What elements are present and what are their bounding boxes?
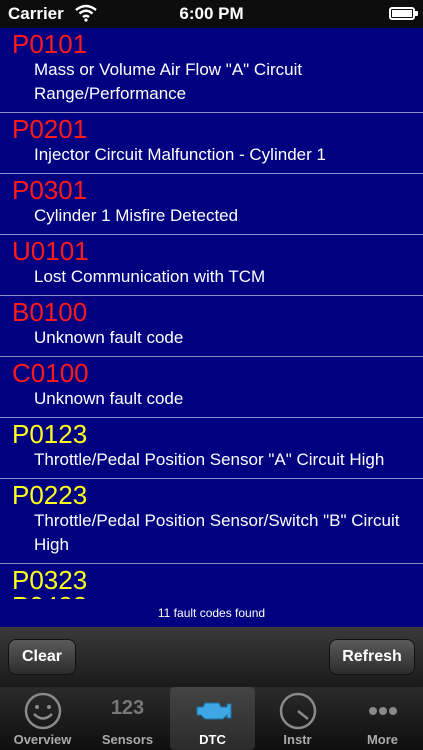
tab-more[interactable]: More <box>340 687 423 750</box>
fault-code-row[interactable]: P0101 Mass or Volume Air Flow "A" Circui… <box>0 28 423 113</box>
fault-code: P0201 <box>12 114 88 144</box>
fault-description: Mass or Volume Air Flow "A" Circuit Rang… <box>34 60 303 103</box>
fault-description: Unknown fault code <box>34 328 184 347</box>
status-bar: Carrier 6:00 PM <box>0 0 423 28</box>
fault-code: P0223 <box>12 480 88 510</box>
fault-code: U0101 <box>12 236 89 266</box>
gauge-icon <box>279 692 316 730</box>
fault-description: Injector Circuit Malfunction - Cylinder … <box>34 145 326 164</box>
tab-bar: Overview 123 Sensors DTC Instr More <box>0 687 423 750</box>
engine-icon <box>196 702 231 720</box>
tab-label: DTC <box>199 732 226 747</box>
fault-code: P0323 <box>12 565 88 595</box>
clock: 6:00 PM <box>179 4 244 23</box>
tab-dtc[interactable]: DTC <box>170 687 255 750</box>
tab-overview[interactable]: Overview <box>0 687 85 750</box>
fault-code-row[interactable]: P0123 Throttle/Pedal Position Sensor "A"… <box>0 418 423 479</box>
tab-sensors[interactable]: 123 Sensors <box>85 687 170 750</box>
battery-icon <box>389 7 418 20</box>
fault-code-row[interactable]: C0100 Unknown fault code <box>0 357 423 418</box>
fault-code: B0100 <box>12 297 88 327</box>
fault-description: Cylinder 1 Misfire Detected <box>34 206 239 225</box>
fault-code: P0101 <box>12 29 88 59</box>
fault-code-list[interactable]: P0101 Mass or Volume Air Flow "A" Circui… <box>0 28 423 608</box>
tab-label: More <box>366 732 399 747</box>
tab-instr[interactable]: Instr <box>255 687 340 750</box>
smiley-icon <box>24 692 61 730</box>
numbers-icon: 123 <box>110 697 145 719</box>
tab-label: Sensors <box>101 732 154 747</box>
fault-code-row[interactable]: P0301 Cylinder 1 Misfire Detected <box>0 174 423 235</box>
clear-button[interactable]: Clear <box>8 639 76 675</box>
tab-label: Overview <box>13 732 72 747</box>
toolbar: Clear Refresh <box>0 627 423 687</box>
refresh-button[interactable]: Refresh <box>329 639 415 675</box>
fault-code-row[interactable]: U0101 Lost Communication with TCM <box>0 235 423 296</box>
more-dots-icon <box>368 707 397 715</box>
fault-description: Unknown fault code <box>34 389 184 408</box>
fault-code: P0301 <box>12 175 88 205</box>
fault-description: Lost Communication with TCM <box>34 267 266 286</box>
fault-code-row[interactable]: B0100 Unknown fault code <box>0 296 423 357</box>
fault-code-row[interactable]: P0223 Throttle/Pedal Position Sensor/Swi… <box>0 479 423 564</box>
fault-code-row[interactable]: P0201 Injector Circuit Malfunction - Cyl… <box>0 113 423 174</box>
fault-description: Throttle/Pedal Position Sensor "A" Circu… <box>34 450 385 469</box>
fault-code: P0123 <box>12 419 88 449</box>
tab-label: Instr <box>283 732 312 747</box>
fault-code: C0100 <box>12 358 89 388</box>
fault-description: Throttle/Pedal Position Sensor/Switch "B… <box>34 511 400 554</box>
fault-count-label: 11 fault codes found <box>0 599 423 627</box>
